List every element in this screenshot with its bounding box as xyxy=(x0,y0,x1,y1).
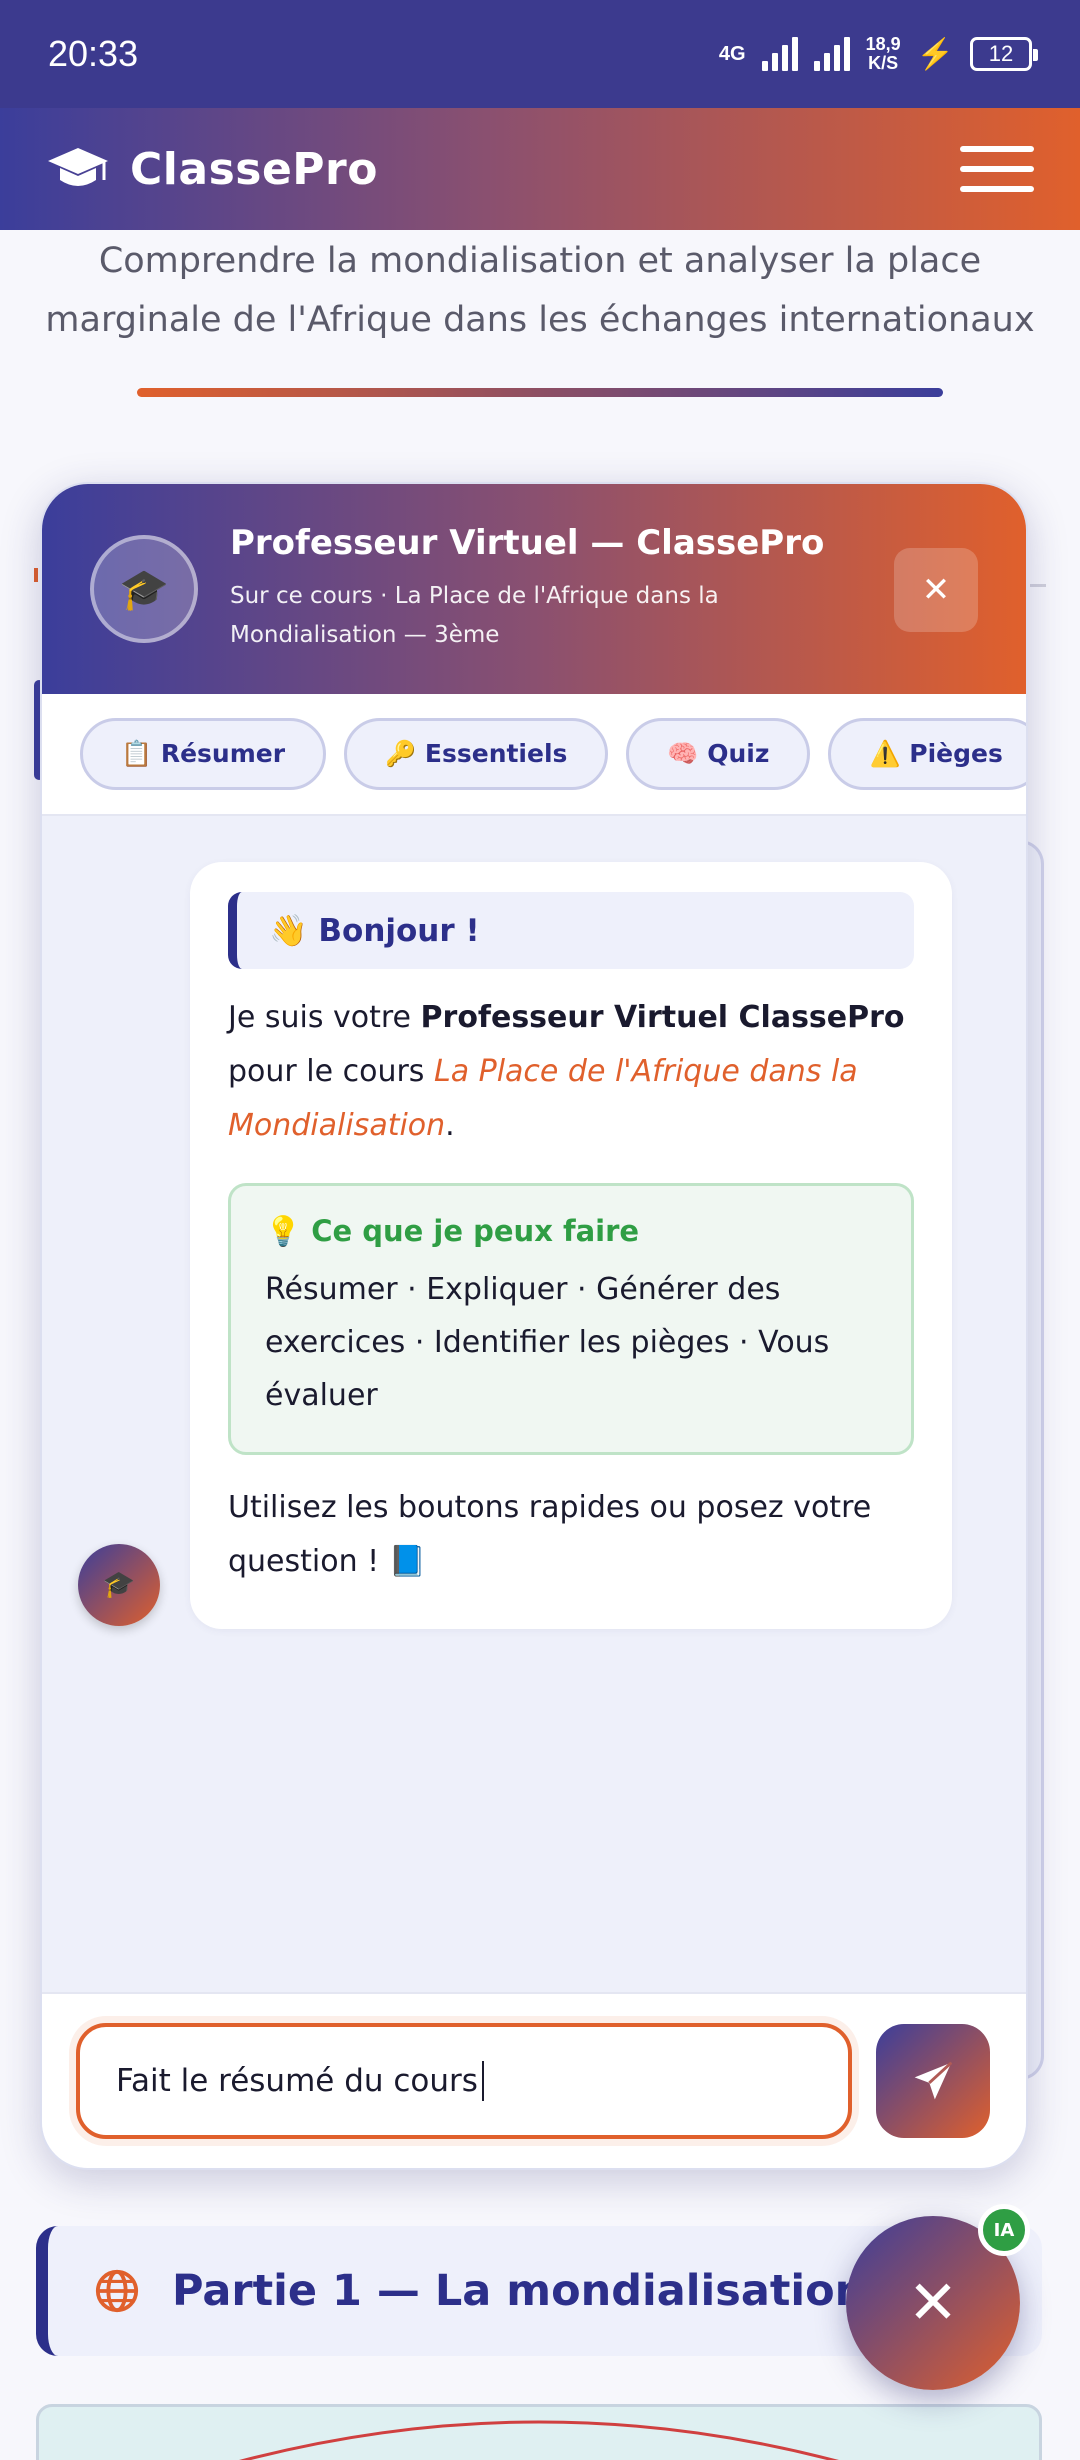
greeting: 👋 Bonjour ! xyxy=(228,892,914,969)
teacher-avatar: 🎓 xyxy=(90,535,198,643)
section-title: Partie 1 — La mondialisation xyxy=(172,2266,866,2316)
send-icon xyxy=(914,2061,953,2100)
status-bar: 20:33 4G 18,9 K/S ⚡ 12 xyxy=(0,0,1080,108)
map-image xyxy=(36,2404,1042,2460)
app-header: ClassePro xyxy=(0,108,1080,230)
ia-badge: IA xyxy=(978,2204,1030,2256)
network-speed: 18,9 K/S xyxy=(865,34,901,73)
outro-text: Utilisez les boutons rapides ou posez vo… xyxy=(228,1490,872,1579)
text-caret xyxy=(481,2061,484,2101)
chat-title: Professeur Virtuel — ClassePro xyxy=(230,523,825,563)
app-screen: 20:33 4G 18,9 K/S ⚡ 12 ClassePro Compren… xyxy=(0,0,1080,2460)
hamburger-menu-icon[interactable] xyxy=(960,146,1034,192)
decor-mark xyxy=(34,568,38,582)
map-outline xyxy=(239,2420,839,2460)
capabilities-box: 💡 Ce que je peux faire Résumer · Expliqu… xyxy=(228,1183,914,1455)
brand-name: ClassePro xyxy=(130,143,378,195)
chat-subtitle: Sur ce cours · La Place de l'Afrique dan… xyxy=(230,583,719,648)
graduation-cap-icon xyxy=(48,148,108,186)
chip-resumer[interactable]: 📋 Résumer xyxy=(80,718,327,790)
battery-icon: 12 xyxy=(970,37,1038,71)
quick-actions: 📋 Résumer 🔑 Essentiels 🧠 Quiz ⚠️ Pièges … xyxy=(42,694,1026,816)
chat-panel: 🎓 Professeur Virtuel — ClassePro Sur ce … xyxy=(40,482,1028,2170)
globe-icon xyxy=(95,2269,139,2313)
signal-icon-2 xyxy=(813,37,850,71)
course-subtitle: Comprendre la mondialisation et analyser… xyxy=(45,241,1035,340)
intro-text: Je suis votre Professeur Virtuel ClasseP… xyxy=(228,1000,905,1143)
title-divider xyxy=(137,388,943,397)
capabilities-title: 💡 Ce que je peux faire xyxy=(265,1214,640,1248)
capabilities-list: Résumer · Expliquer · Générer des exerci… xyxy=(265,1272,830,1413)
message-input[interactable]: Fait le résumé du cours xyxy=(76,2023,852,2139)
status-time: 20:33 xyxy=(48,33,139,74)
chat-header-text: Professeur Virtuel — ClassePro Sur ce co… xyxy=(230,523,870,655)
bot-avatar: 🎓 xyxy=(78,1544,160,1626)
message-list: 👋 Bonjour ! Je suis votre Professeur Vir… xyxy=(42,816,1026,1986)
send-button[interactable] xyxy=(876,2024,990,2138)
bot-message: 👋 Bonjour ! Je suis votre Professeur Vir… xyxy=(190,862,952,1629)
chip-pieges[interactable]: ⚠️ Pièges xyxy=(828,718,1026,790)
message-composer: Fait le résumé du cours xyxy=(42,1992,1026,2168)
chat-close-button[interactable]: ✕ xyxy=(894,548,978,632)
status-icons: 4G 18,9 K/S ⚡ 12 xyxy=(718,34,1038,73)
chip-quiz[interactable]: 🧠 Quiz xyxy=(626,718,811,790)
charging-icon: ⚡ xyxy=(916,37,954,71)
brand[interactable]: ClassePro xyxy=(46,144,378,195)
network-type: 4G xyxy=(718,43,746,65)
decor-line xyxy=(1030,584,1046,587)
signal-icon xyxy=(761,37,798,71)
chip-essentiels[interactable]: 🔑 Essentiels xyxy=(344,718,609,790)
chat-header: 🎓 Professeur Virtuel — ClassePro Sur ce … xyxy=(42,484,1026,694)
